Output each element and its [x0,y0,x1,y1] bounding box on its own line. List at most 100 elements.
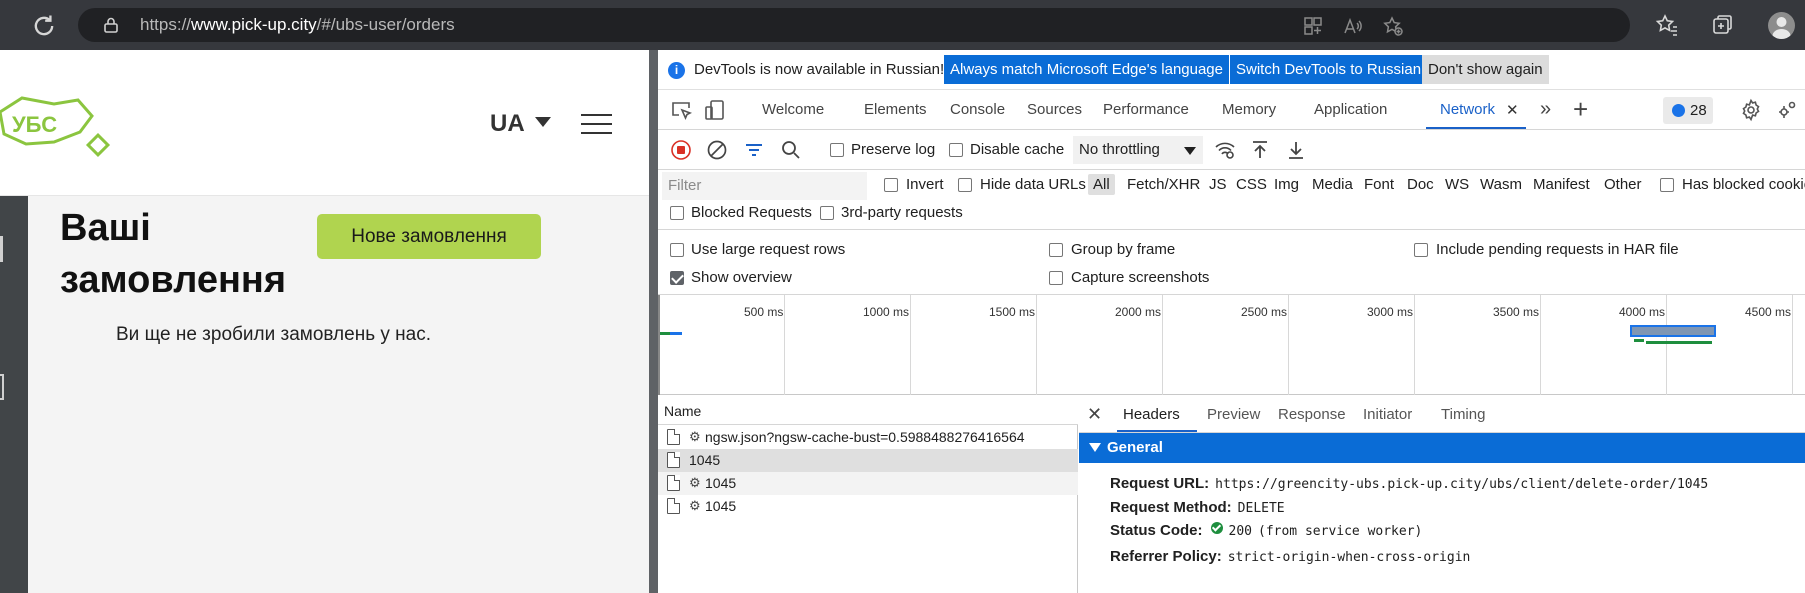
filter-type-fetch-xhr[interactable]: Fetch/XHR [1127,176,1200,193]
filter-type-media[interactable]: Media [1312,176,1353,193]
language-selector[interactable]: UA [490,110,525,138]
tab-preview[interactable]: Preview [1207,406,1260,423]
name-column-header[interactable]: Name [664,403,701,419]
app-available-icon[interactable] [1302,15,1324,37]
always-match-language-button[interactable]: Always match Microsoft Edge's language [944,55,1229,84]
tab-console[interactable]: Console [950,101,1005,118]
network-conditions-icon[interactable] [1213,138,1237,162]
request-row[interactable]: ⚙ 1045 [658,495,1078,518]
overview-tick: 3000 ms [1367,305,1414,319]
filter-type-all[interactable]: All [1088,174,1115,195]
close-tab-icon[interactable]: ✕ [1506,101,1519,119]
filter-type-img[interactable]: Img [1274,176,1299,193]
tab-application[interactable]: Application [1314,101,1387,118]
tab-sources[interactable]: Sources [1027,101,1082,118]
add-tab-icon[interactable]: + [1573,94,1588,125]
issues-badge[interactable]: 28 [1663,97,1713,124]
devtools-panel: i DevTools is now available in Russian! … [658,50,1805,593]
filter-type-doc[interactable]: Doc [1407,176,1434,193]
filter-type-wasm[interactable]: Wasm [1480,176,1522,193]
tab-performance[interactable]: Performance [1103,101,1189,118]
import-har-icon[interactable] [1248,138,1272,162]
tab-timing[interactable]: Timing [1441,406,1485,423]
hide-data-urls-label: Hide data URLs [980,176,1086,193]
menu-icon[interactable] [581,114,612,134]
lock-icon[interactable] [102,16,120,34]
group-by-frame-checkbox[interactable] [1049,243,1063,257]
dropdown-caret-icon[interactable] [1184,147,1196,155]
filter-input[interactable]: Filter [662,172,867,200]
address-bar[interactable]: https://www.pick-up.city/#/ubs-user/orde… [78,8,1630,42]
filter-type-css[interactable]: CSS [1236,176,1267,193]
tab-memory[interactable]: Memory [1222,101,1276,118]
filter-type-other[interactable]: Other [1604,176,1642,193]
request-row[interactable]: 1045 [658,449,1078,472]
collections-icon[interactable] [1710,12,1736,38]
blocked-requests-checkbox[interactable] [670,206,684,220]
device-toolbar-icon[interactable] [703,98,727,122]
reload-icon[interactable] [30,12,58,40]
profile-avatar[interactable] [1768,12,1795,39]
close-details-icon[interactable]: ✕ [1087,404,1102,425]
read-aloud-icon[interactable] [1342,15,1364,37]
tab-response[interactable]: Response [1278,406,1346,423]
network-overview-timeline[interactable]: 500 ms 1000 ms 1500 ms 2000 ms 2500 ms 3… [658,295,1805,395]
large-rows-checkbox[interactable] [670,243,684,257]
ubs-logo[interactable]: УБС [0,88,122,158]
devtools-splitter[interactable] [649,50,658,593]
capture-screenshots-checkbox[interactable] [1049,271,1063,285]
preserve-log-checkbox[interactable] [830,143,844,157]
sidebar-item-icon[interactable] [0,236,3,262]
filter-type-js[interactable]: JS [1209,176,1227,193]
info-icon: i [668,62,685,79]
tab-welcome[interactable]: Welcome [762,101,824,118]
overview-selection-window[interactable] [1630,325,1716,337]
filter-type-font[interactable]: Font [1364,176,1394,193]
invert-checkbox[interactable] [884,178,898,192]
request-url-value[interactable]: https://greencity-ubs.pick-up.city/ubs/c… [1215,477,1708,492]
show-overview-checkbox[interactable] [670,271,684,285]
referrer-policy-value[interactable]: strict-origin-when-cross-origin [1228,550,1471,565]
overview-tick: 2500 ms [1241,305,1288,319]
search-icon[interactable] [779,138,803,162]
site-sidebar [0,196,28,593]
filter-type-manifest[interactable]: Manifest [1533,176,1590,193]
overview-gridline [784,295,785,395]
sidebar-item-icon[interactable] [0,374,4,400]
favorites-icon[interactable] [1654,12,1680,38]
export-har-icon[interactable] [1284,138,1308,162]
record-stop-icon[interactable] [669,138,693,162]
overview-request-bar [660,332,670,335]
switch-to-russian-button[interactable]: Switch DevTools to Russian [1230,55,1428,84]
hide-data-urls-checkbox[interactable] [958,178,972,192]
clear-icon[interactable] [705,138,729,162]
tab-elements[interactable]: Elements [864,101,927,118]
url-text[interactable]: https://www.pick-up.city/#/ubs-user/orde… [140,15,455,35]
request-list-header[interactable]: Name [658,395,1078,425]
inspect-element-icon[interactable] [669,98,693,122]
expand-triangle-icon[interactable] [1089,443,1101,452]
status-code-value[interactable]: 200 [1229,524,1252,539]
request-name: ngsw.json?ngsw-cache-bust=0.598848827641… [705,429,1025,445]
settings-gear-icon[interactable] [1739,98,1763,122]
disable-cache-checkbox[interactable] [949,143,963,157]
filter-icon[interactable] [742,138,766,162]
third-party-checkbox[interactable] [820,206,834,220]
more-tabs-icon[interactable]: » [1540,98,1551,121]
request-row[interactable]: ⚙ 1045 [658,472,1078,495]
caret-down-icon[interactable] [535,117,551,127]
filter-type-ws[interactable]: WS [1445,176,1469,193]
include-pending-checkbox[interactable] [1414,243,1428,257]
customize-devtools-icon[interactable] [1775,98,1799,122]
overview-gridline [1162,295,1163,395]
request-method-value[interactable]: DELETE [1238,501,1285,516]
new-order-button[interactable]: Нове замовлення [317,214,541,259]
has-blocked-cookies-checkbox[interactable] [1660,178,1674,192]
tab-network[interactable]: Network [1440,101,1495,118]
request-row[interactable]: ⚙ ngsw.json?ngsw-cache-bust=0.5988488276… [658,426,1078,449]
dont-show-again-button[interactable]: Don't show again [1422,55,1549,84]
tab-headers[interactable]: Headers [1123,406,1180,423]
add-favorite-icon[interactable] [1382,15,1404,37]
general-section-header[interactable]: General [1079,433,1805,463]
tab-initiator[interactable]: Initiator [1363,406,1412,423]
